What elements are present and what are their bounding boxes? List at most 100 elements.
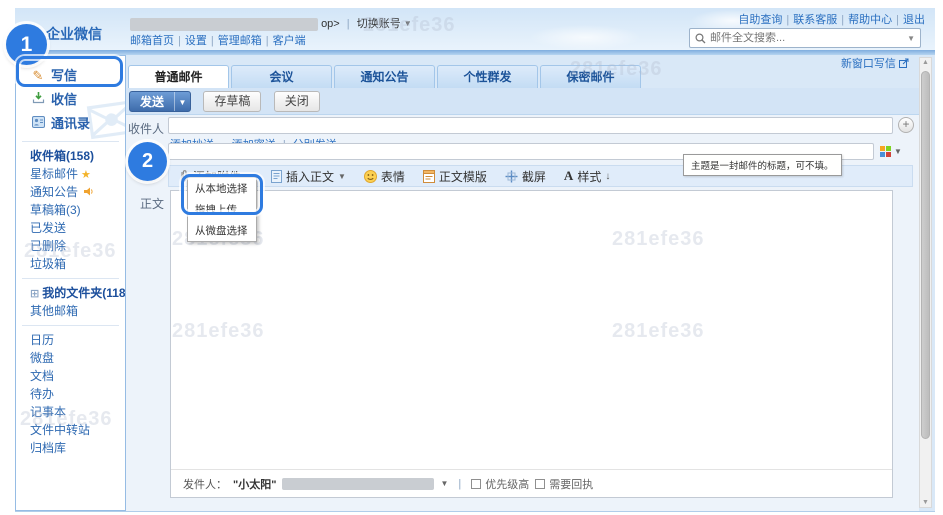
sidebar-item-receive[interactable]: 收信 [16, 88, 125, 112]
sidebar-folder-notices[interactable]: 通知公告 [16, 183, 125, 201]
receipt-checkbox[interactable]: 需要回执 [535, 476, 593, 492]
receive-mail-icon [30, 88, 46, 112]
sidebar-app-todo[interactable]: 待办 [16, 385, 125, 403]
screenshot-icon [505, 170, 518, 183]
priority-checkbox[interactable]: 优先级高 [471, 476, 529, 492]
sidebar-item-contacts[interactable]: 通讯录 [16, 112, 125, 136]
logout-link[interactable]: 退出 [903, 14, 925, 26]
sidebar-app-archive[interactable]: 归档库 [16, 439, 125, 457]
priority-label: 优先级高 [485, 476, 529, 492]
emoji-button[interactable]: 表情 [364, 168, 405, 185]
body-editor[interactable]: 发件人： "小太阳" ▼ | 优先级高 需要回执 [170, 190, 893, 498]
sidebar-folder-starred[interactable]: 星标邮件★ [16, 165, 125, 183]
vertical-scrollbar[interactable]: ▲ ▼ [919, 57, 932, 508]
mailbox-home-link[interactable]: 邮箱首页 [130, 35, 174, 47]
save-draft-button[interactable]: 存草稿 [203, 91, 261, 112]
tag-arrow-icon: ▼ [894, 147, 902, 156]
contact-support-link[interactable]: 联系客服 [793, 14, 837, 26]
settings-link[interactable]: 设置 [185, 35, 207, 47]
separator: | [454, 478, 465, 490]
emoji-icon [364, 170, 377, 183]
separator: | [343, 18, 354, 30]
style-button[interactable]: A 样式 ↓ [564, 168, 610, 185]
new-window-compose[interactable]: 新窗口写信 [841, 55, 909, 71]
new-window-compose-label: 新窗口写信 [841, 58, 896, 70]
help-center-link[interactable]: 帮助中心 [848, 14, 892, 26]
account-suffix: op> [321, 18, 340, 30]
scrollbar-thumb[interactable] [921, 71, 930, 439]
template-button[interactable]: 正文模版 [423, 168, 487, 185]
search-box[interactable]: ▼ [689, 28, 921, 48]
tab-confidential-mail[interactable]: 保密邮件 [540, 65, 641, 88]
recipient-input[interactable] [168, 117, 893, 134]
sidebar-my-folders[interactable]: ⊞我的文件夹(118) [16, 284, 125, 302]
tag-color-picker[interactable]: ▼ [880, 146, 891, 157]
sidebar-app-calendar[interactable]: 日历 [16, 331, 125, 349]
separator: | [892, 14, 903, 26]
add-contact-button[interactable]: + [898, 117, 914, 133]
checkbox-icon[interactable] [471, 479, 481, 489]
new-window-icon [899, 58, 909, 68]
sender-name: "小太阳" [233, 476, 276, 492]
sidebar-folder-deleted[interactable]: 已删除 [16, 237, 125, 255]
contacts-icon [30, 112, 46, 136]
switch-account-link[interactable]: 切换账号 [357, 18, 401, 30]
send-button[interactable]: 发送 ▼ [129, 91, 191, 112]
checkbox-icon[interactable] [535, 479, 545, 489]
folder-label: 星标邮件 [30, 167, 78, 181]
style-letter-icon: A [564, 168, 573, 184]
screenshot-button[interactable]: 截屏 [505, 168, 546, 185]
compose-tabs: 普通邮件 会议 通知公告 个性群发 保密邮件 [128, 65, 643, 88]
sidebar-folder-sent[interactable]: 已发送 [16, 219, 125, 237]
menu-item-wedrive-select[interactable]: 从微盘选择 [188, 220, 256, 241]
sidebar-other-mailbox[interactable]: 其他邮箱 [16, 302, 125, 320]
receipt-label: 需要回执 [549, 476, 593, 492]
insert-body-button[interactable]: 插入正文 ▼ [271, 168, 346, 185]
sidebar-folder-drafts[interactable]: 草稿箱(3) [16, 201, 125, 219]
tab-meeting[interactable]: 会议 [231, 65, 332, 88]
self-service-link[interactable]: 自助查询 [738, 14, 782, 26]
sidebar-item-label: 通讯录 [51, 116, 90, 131]
compose-panel: 新窗口写信 普通邮件 会议 通知公告 个性群发 保密邮件 发送 ▼ 存草稿 关闭… [126, 55, 935, 512]
separator: | [174, 35, 185, 47]
body-label: 正文 [126, 195, 164, 212]
template-icon [423, 170, 435, 183]
send-options-arrow-icon[interactable]: ▼ [174, 92, 190, 111]
sidebar-app-docs[interactable]: 文档 [16, 367, 125, 385]
expand-icon[interactable]: ⊞ [30, 288, 39, 300]
client-link[interactable]: 客户端 [273, 35, 306, 47]
style-label: 样式 [577, 168, 601, 185]
separator: | [207, 35, 218, 47]
sender-arrow-icon[interactable]: ▼ [440, 479, 448, 488]
logo-text: 企业微信 [46, 26, 102, 42]
search-icon [695, 33, 706, 44]
manage-mailbox-link[interactable]: 管理邮箱 [218, 35, 262, 47]
search-options-arrow-icon[interactable]: ▼ [907, 34, 915, 43]
subject-tooltip: 主题是一封邮件的标题，可不填。 [683, 154, 842, 176]
tab-notice[interactable]: 通知公告 [334, 65, 435, 88]
annotation-box-compose [16, 56, 123, 87]
sidebar-app-notebook[interactable]: 记事本 [16, 403, 125, 421]
sidebar-folder-trash[interactable]: 垃圾箱 [16, 255, 125, 273]
tab-personalized-mass[interactable]: 个性群发 [437, 65, 538, 88]
quick-links: 自助查询|联系客服|帮助中心|退出 [738, 11, 925, 27]
tab-normal-mail[interactable]: 普通邮件 [128, 65, 229, 88]
annotation-step-2: 2 [128, 142, 167, 181]
separator: | [837, 14, 848, 26]
folder-label: 我的文件夹(118) [42, 286, 126, 300]
star-icon: ★ [81, 169, 91, 181]
sidebar-app-file-transfer[interactable]: 文件中转站 [16, 421, 125, 439]
template-label: 正文模版 [439, 168, 487, 185]
scroll-up-icon[interactable]: ▲ [920, 59, 931, 66]
scroll-down-icon[interactable]: ▼ [920, 499, 931, 506]
search-input[interactable] [710, 32, 907, 44]
sidebar-app-wedrive[interactable]: 微盘 [16, 349, 125, 367]
recipient-label: 收件人 [126, 120, 164, 137]
divider [22, 278, 119, 279]
close-button[interactable]: 关闭 [274, 91, 320, 112]
speaker-icon [84, 187, 94, 196]
folder-label: 通知公告 [30, 185, 78, 199]
webmail-app: 自助查询|联系客服|帮助中心|退出 企业微信 op> | 切换账号 ▼ 邮箱首页… [15, 8, 935, 512]
editor-footer: 发件人： "小太阳" ▼ | 优先级高 需要回执 [171, 469, 892, 497]
redacted-account-email [130, 18, 318, 31]
